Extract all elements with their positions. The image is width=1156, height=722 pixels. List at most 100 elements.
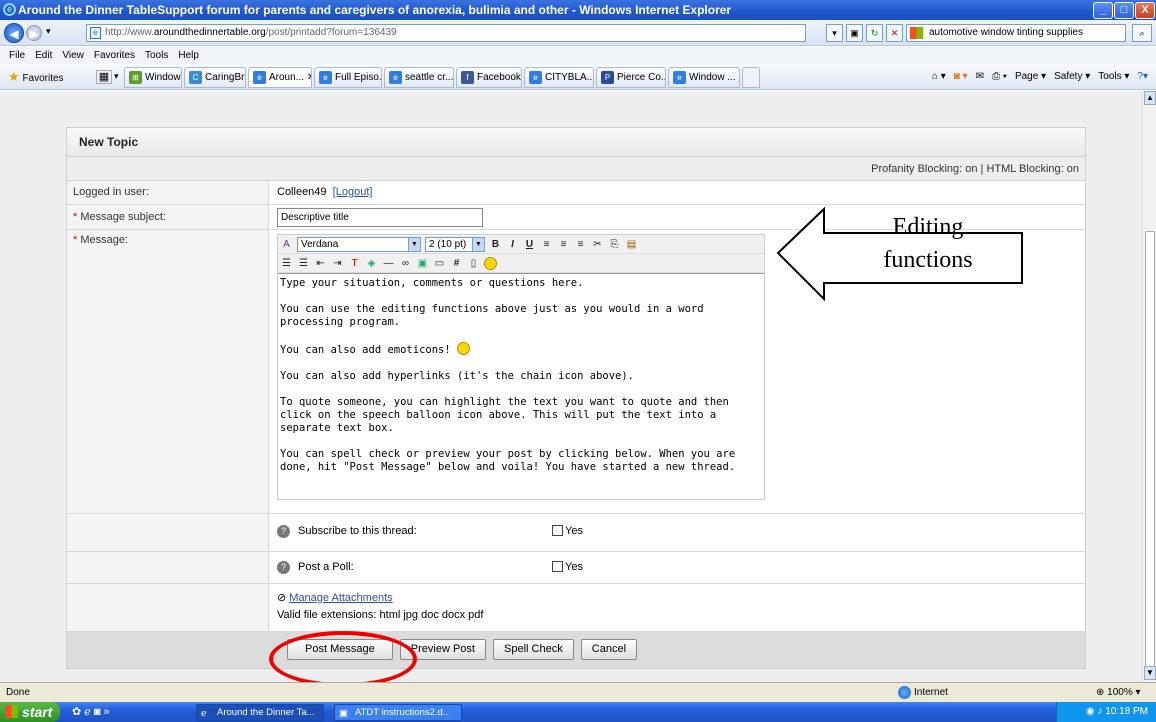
cancel-button[interactable]: Cancel bbox=[580, 639, 638, 660]
taskbar-item-browser[interactable]: ℯ Around the Dinner Ta... bbox=[196, 704, 324, 721]
home-icon[interactable]: ⌂ ▾ bbox=[932, 68, 946, 86]
username: Colleen49 bbox=[277, 186, 327, 198]
empty-label-cell bbox=[67, 632, 269, 668]
font-color-icon[interactable]: A bbox=[280, 238, 293, 251]
search-icon[interactable]: ⌕ bbox=[1132, 24, 1152, 42]
quick-launch-icons[interactable]: ✿ ℯ ◙ » bbox=[72, 705, 110, 718]
italic-icon[interactable]: I bbox=[506, 238, 519, 251]
subscribe-yes-label: Yes bbox=[565, 525, 583, 537]
subscribe-checkbox[interactable] bbox=[552, 525, 563, 536]
font-value: Verdana bbox=[301, 238, 339, 250]
tab-windows[interactable]: ⊞Windows ... bbox=[124, 67, 182, 88]
url-domain: aroundthedinnertable.org bbox=[153, 27, 266, 38]
spell-check-button[interactable]: Spell Check bbox=[493, 639, 574, 660]
tab-around-active[interactable]: eAroun... ✕ bbox=[248, 67, 312, 88]
font-select[interactable]: Verdana ▼ bbox=[297, 236, 421, 252]
quote-balloon-icon[interactable]: ▯ bbox=[467, 257, 480, 270]
help-question-icon[interactable]: ? bbox=[277, 525, 290, 538]
indent-icon[interactable]: ⇥ bbox=[331, 257, 344, 270]
print-icon[interactable]: ⎙ ▾ bbox=[992, 68, 1007, 86]
scroll-thumb[interactable] bbox=[1145, 231, 1155, 671]
url-path: /post/printadd?forum=136439 bbox=[265, 27, 397, 38]
tab-facebook[interactable]: f Facebook bbox=[456, 67, 522, 88]
hyperlink-chain-icon[interactable]: ∞ bbox=[399, 257, 412, 270]
mail-icon[interactable]: ✉ bbox=[976, 68, 984, 86]
tools-menu[interactable]: Tools ▾ bbox=[1098, 68, 1129, 86]
subject-input[interactable]: Descriptive title bbox=[277, 208, 483, 227]
volume-icon[interactable]: ◉ ♪ bbox=[1086, 706, 1105, 717]
copy-icon[interactable]: ⎘ bbox=[608, 238, 621, 251]
help-icon[interactable]: ?▾ bbox=[1137, 68, 1148, 86]
smiley-icon bbox=[457, 342, 471, 355]
safety-menu[interactable]: Safety ▾ bbox=[1054, 68, 1090, 86]
menu-favorites[interactable]: Favorites bbox=[89, 47, 140, 64]
numbered-list-icon[interactable]: ☰ bbox=[280, 257, 293, 270]
ie-icon: e bbox=[319, 71, 332, 84]
feeds-icon[interactable]: ◙ ▾ bbox=[954, 68, 968, 86]
start-button[interactable]: start bbox=[0, 702, 60, 722]
menu-edit[interactable]: Edit bbox=[30, 47, 57, 64]
bold-icon[interactable]: B bbox=[489, 238, 502, 251]
minimize-button[interactable]: _ bbox=[1093, 2, 1113, 19]
search-input[interactable]: automotive window tinting supplies bbox=[906, 24, 1126, 42]
favorites-button[interactable]: ★ Favorites bbox=[8, 68, 64, 88]
refresh-icon[interactable]: ↻ bbox=[866, 24, 883, 42]
tab-list-icon[interactable]: ▾ bbox=[114, 71, 119, 82]
ie-icon: ℯ bbox=[201, 708, 207, 719]
history-dropdown-icon[interactable]: ▾ bbox=[46, 26, 51, 37]
compatibility-view-icon[interactable]: ▣ bbox=[846, 24, 863, 42]
size-select[interactable]: 2 (10 pt) ▼ bbox=[425, 236, 485, 252]
page-menu[interactable]: Page ▾ bbox=[1015, 68, 1046, 86]
message-textarea[interactable]: Type your situation, comments or questio… bbox=[278, 273, 764, 499]
menu-view[interactable]: View bbox=[57, 47, 89, 64]
address-dropdown-button[interactable]: ▾ bbox=[826, 24, 843, 42]
url-input[interactable]: e http://www.aroundthedinnertable.org/po… bbox=[86, 24, 806, 42]
outdent-icon[interactable]: ⇤ bbox=[314, 257, 327, 270]
menu-file[interactable]: File bbox=[4, 47, 30, 64]
table-icon[interactable]: ▭ bbox=[433, 257, 446, 270]
scroll-down-icon[interactable]: ▼ bbox=[1144, 666, 1156, 680]
image-icon[interactable]: ▣ bbox=[416, 257, 429, 270]
manage-attachments-link[interactable]: Manage Attachments bbox=[289, 592, 392, 604]
tab-cityblast[interactable]: e CITYBLA... bbox=[524, 67, 594, 88]
menu-tools[interactable]: Tools bbox=[140, 47, 173, 64]
taskbar-item-word[interactable]: ▣ ATDT instructions2.d... bbox=[334, 704, 462, 721]
editor-toolbar-row2: ☰ ☰ ⇤ ⇥ T ◈ — ∞ ▣ ▭ # ▯ bbox=[278, 254, 764, 273]
vertical-scrollbar[interactable]: ▲ ▼ bbox=[1142, 91, 1156, 682]
paste-icon[interactable]: ▤ bbox=[625, 238, 638, 251]
forward-button[interactable]: ▶ bbox=[26, 25, 42, 41]
word-doc-icon: ▣ bbox=[339, 708, 348, 719]
tab-window[interactable]: e Window ... bbox=[668, 67, 740, 88]
bullet-list-icon[interactable]: ☰ bbox=[297, 257, 310, 270]
maximize-button[interactable]: □ bbox=[1114, 2, 1134, 19]
emoticon-icon[interactable] bbox=[484, 256, 497, 270]
logout-link[interactable]: [Logout] bbox=[333, 186, 373, 198]
tab-full-episodes[interactable]: eFull Episo... bbox=[314, 67, 382, 88]
cut-icon[interactable]: ✂ bbox=[591, 238, 604, 251]
zoom-level[interactable]: ⊕ 100% ▾ bbox=[1096, 683, 1141, 702]
tab-caringbridge[interactable]: CCaringBri... bbox=[184, 67, 246, 88]
close-tab-icon[interactable]: ✕ bbox=[307, 72, 311, 83]
text-color-icon[interactable]: T bbox=[348, 257, 361, 270]
back-button[interactable]: ◀ bbox=[4, 23, 24, 43]
poll-checkbox[interactable] bbox=[552, 561, 563, 572]
hash-icon[interactable]: # bbox=[450, 257, 463, 270]
menu-help[interactable]: Help bbox=[173, 47, 204, 64]
underline-icon[interactable]: U bbox=[523, 238, 536, 251]
align-center-icon[interactable]: ≡ bbox=[557, 238, 570, 251]
stop-icon[interactable]: ✕ bbox=[886, 24, 903, 42]
align-right-icon[interactable]: ≡ bbox=[574, 238, 587, 251]
tab-seattle[interactable]: e seattle cr... bbox=[384, 67, 454, 88]
help-question-icon[interactable]: ? bbox=[277, 561, 290, 574]
tab-pierce[interactable]: P Pierce Co... bbox=[596, 67, 666, 88]
horizontal-rule-icon[interactable]: — bbox=[382, 257, 395, 270]
scroll-up-icon[interactable]: ▲ bbox=[1144, 91, 1156, 105]
quick-tabs-icon[interactable]: ▦ bbox=[96, 70, 112, 84]
close-window-button[interactable]: X bbox=[1135, 2, 1155, 19]
star-icon: ★ bbox=[8, 69, 20, 84]
highlight-icon[interactable]: ◈ bbox=[365, 257, 378, 270]
tab-label: Pierce Co... bbox=[617, 72, 666, 83]
new-tab-button[interactable] bbox=[742, 67, 760, 88]
align-left-icon[interactable]: ≡ bbox=[540, 238, 553, 251]
message-paragraph: You can use the editing functions above … bbox=[280, 303, 704, 328]
